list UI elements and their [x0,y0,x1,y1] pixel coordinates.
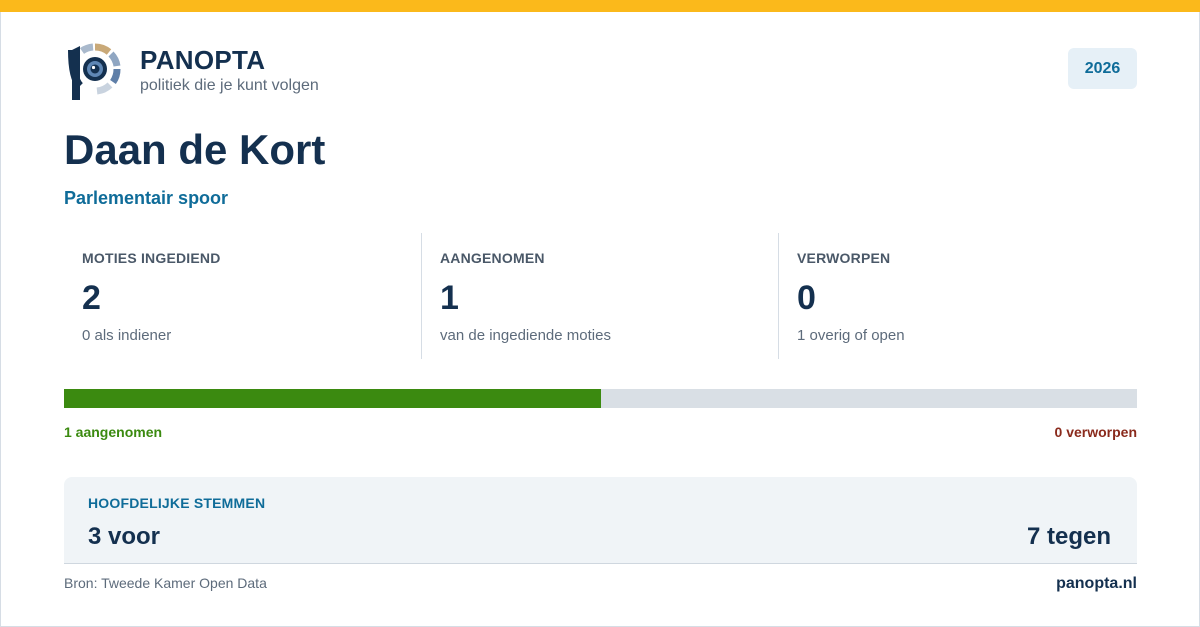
stat-value: 2 [82,279,101,317]
page-title: Daan de Kort [64,126,326,173]
stat-subtext: 0 als indiener [82,327,172,344]
votes-title: HOOFDELIJKE STEMMEN [88,495,266,511]
rejected-count-label: 0 verworpen [1054,424,1137,440]
stat-label: VERWORPEN [797,250,891,266]
stat-label: MOTIES INGEDIEND [82,250,221,266]
stat-subtext: 1 overig of open [797,327,905,344]
year-badge: 2026 [1068,48,1137,89]
stat-accepted: AANGENOMEN 1 van de ingediende moties [421,233,778,359]
accepted-progress-fill [64,389,601,408]
stat-value: 1 [440,279,459,317]
votes-against: 7 tegen [1026,523,1111,550]
top-accent-bar [0,0,1200,12]
stat-rejected: VERWORPEN 0 1 overig of open [778,233,1137,359]
stat-value: 0 [797,279,816,317]
site-link[interactable]: panopta.nl [1056,575,1137,593]
brand-name: PANOPTA [140,45,266,75]
source-note: Bron: Tweede Kamer Open Data [64,575,267,591]
brand-tagline: politiek die je kunt volgen [140,77,319,94]
roll-call-votes-panel: HOOFDELIJKE STEMMEN 3 voor 7 tegen [64,477,1137,564]
panopta-logo-icon [68,43,121,100]
accepted-progress-bar [64,389,1137,408]
stat-motions-submitted: MOTIES INGEDIEND 2 0 als indiener [64,233,421,359]
accepted-count-label: 1 aangenomen [64,424,163,440]
stat-label: AANGENOMEN [440,250,545,266]
stat-subtext: van de ingediende moties [440,327,611,344]
page-subtitle: Parlementair spoor [64,188,229,208]
votes-for: 3 voor [88,523,161,550]
